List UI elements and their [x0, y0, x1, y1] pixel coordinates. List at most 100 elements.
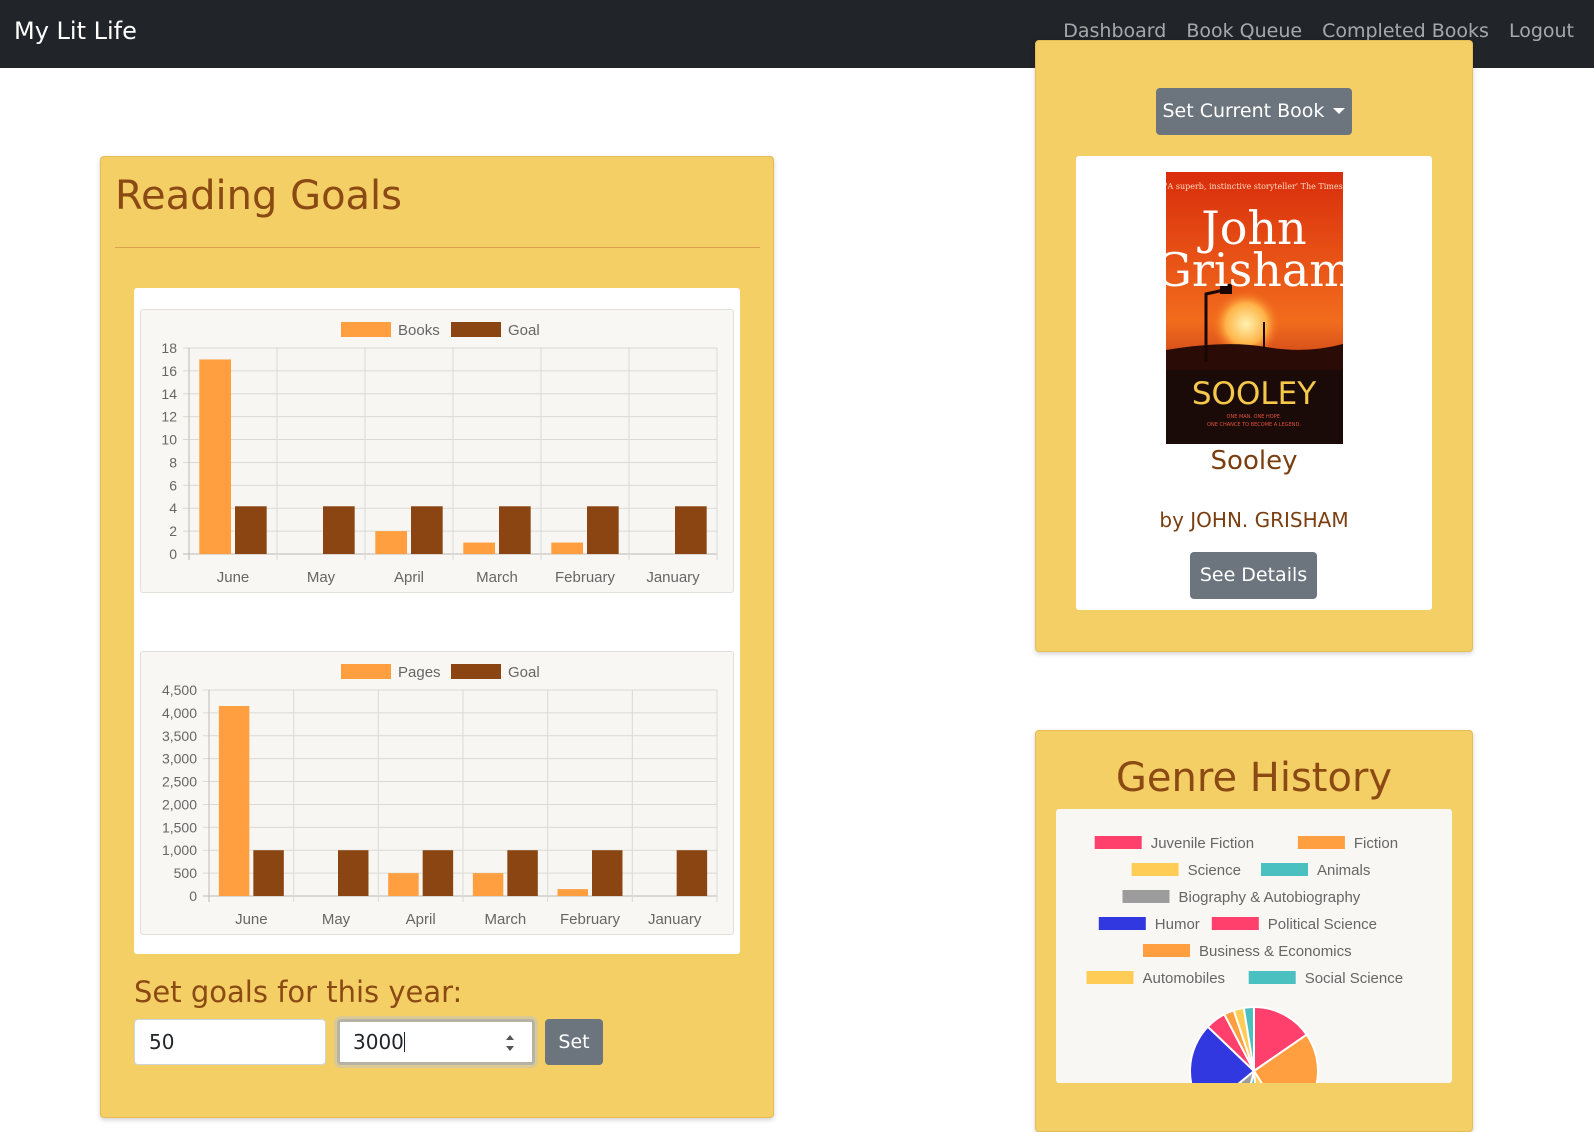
nav-completed-books[interactable]: Completed Books — [1322, 20, 1489, 42]
bar-goal — [422, 850, 454, 896]
legend-swatch — [1131, 863, 1179, 876]
x-tick-label: February — [555, 569, 616, 586]
y-tick-label: 2,500 — [162, 774, 197, 790]
set-goals-label: Set goals for this year: — [134, 975, 463, 1009]
caret-down-icon — [1333, 108, 1346, 114]
legend-label: Automobiles — [1143, 970, 1226, 987]
legend-label: Social Science — [1305, 970, 1403, 987]
nav-logout[interactable]: Logout — [1509, 20, 1574, 42]
legend-swatch — [341, 322, 391, 337]
cover-title: SOOLEY — [1192, 376, 1316, 412]
x-tick-label: March — [484, 911, 526, 928]
bar-pages — [388, 873, 419, 896]
bar-goal — [507, 850, 538, 896]
bar-goal — [253, 850, 284, 896]
divider — [115, 247, 760, 248]
y-tick-label: 16 — [161, 363, 177, 379]
see-details-button[interactable]: See Details — [1190, 552, 1317, 599]
cover-tagline-1: ONE MAN. ONE HOPE. — [1227, 414, 1282, 420]
pages-goal-input[interactable]: 3000 — [337, 1019, 535, 1065]
genre-chart: Juvenile Fiction Fiction Science Animals Bio… — [1056, 809, 1452, 1083]
x-tick-label: June — [235, 911, 268, 928]
y-tick-label: 2,000 — [162, 796, 197, 812]
y-tick-label: 0 — [189, 888, 197, 904]
y-tick-label: 18 — [161, 340, 177, 356]
x-tick-label: May — [307, 569, 336, 586]
reading-goals-card: Reading Goals 0 2 4 6 8 10 12 14 16 18 June May Apri… — [100, 156, 774, 1118]
y-tick-label: 3,500 — [162, 728, 197, 744]
y-tick-label: 1,000 — [162, 842, 197, 858]
bar-goal — [411, 506, 443, 554]
nav-book-queue[interactable]: Book Queue — [1186, 20, 1302, 42]
books-goal-input[interactable]: 50 — [134, 1019, 326, 1065]
y-tick-label: 0 — [169, 546, 177, 562]
books-chart: 0 2 4 6 8 10 12 14 16 18 June May April March February… — [140, 309, 734, 593]
y-tick-label: 8 — [169, 454, 177, 470]
bar-goal — [587, 506, 619, 554]
bar-goal — [592, 850, 623, 896]
legend-label: Humor — [1155, 916, 1200, 933]
book-author: by JOHN. GRISHAM — [1159, 508, 1349, 532]
brand-link[interactable]: My Lit Life — [14, 17, 137, 45]
x-tick-label: February — [560, 911, 621, 928]
y-tick-label: 12 — [161, 409, 177, 425]
nav-dashboard[interactable]: Dashboard — [1063, 20, 1166, 42]
legend-swatch — [1122, 890, 1170, 903]
charts-container: 0 2 4 6 8 10 12 14 16 18 June May April March February… — [134, 288, 740, 954]
legend-swatch — [1248, 971, 1296, 984]
legend-label: Animals — [1317, 862, 1370, 879]
books-goal-value: 50 — [149, 1030, 175, 1054]
legend-label: Juvenile Fiction — [1151, 835, 1254, 852]
bar-books — [551, 542, 583, 554]
cover-author-last: Grisham — [1166, 243, 1343, 297]
reading-goals-title: Reading Goals — [115, 173, 403, 219]
set-goals-button[interactable]: Set — [545, 1019, 603, 1065]
bar-pages — [472, 873, 504, 896]
y-tick-label: 1,500 — [162, 819, 197, 835]
legend-swatch — [1094, 836, 1142, 849]
legend-swatch — [451, 322, 501, 337]
y-tick-label: 4,000 — [162, 705, 197, 721]
number-spinner-icon[interactable] — [502, 1032, 518, 1054]
book-title: Sooley — [1210, 446, 1298, 476]
bar-books — [199, 359, 231, 554]
bar-goal — [235, 506, 267, 554]
x-tick-label: April — [406, 911, 436, 928]
legend-label: Books — [398, 322, 440, 339]
x-tick-label: April — [394, 569, 424, 586]
legend-label: Business & Economics — [1199, 943, 1352, 960]
legend-swatch — [341, 664, 391, 679]
legend-label: Goal — [508, 664, 540, 681]
genre-history-title: Genre History — [1115, 755, 1393, 801]
genre-history-card: Genre History Juvenile Fiction Fiction Sci… — [1035, 730, 1473, 1132]
legend-swatch — [451, 664, 501, 679]
legend-label: Goal — [508, 322, 540, 339]
pages-goal-value: 3000 — [353, 1030, 404, 1054]
legend-label: Biography & Autobiography — [1179, 889, 1361, 906]
bar-goal — [676, 850, 708, 896]
legend-label: Pages — [398, 664, 441, 681]
legend-swatch — [1098, 917, 1146, 930]
x-tick-label: May — [322, 911, 351, 928]
book-cover-image: 'A superb, instinctive storyteller' The … — [1155, 172, 1353, 444]
bar-goal — [675, 506, 707, 554]
y-tick-label: 6 — [169, 477, 177, 493]
x-tick-label: January — [646, 569, 700, 586]
current-book-panel: 'A superb, instinctive storyteller' The … — [1076, 156, 1432, 610]
legend-swatch — [1086, 971, 1134, 984]
legend-swatch — [1297, 836, 1345, 849]
legend-label: Science — [1188, 862, 1241, 879]
set-current-book-dropdown[interactable]: Set Current Book — [1156, 88, 1352, 135]
y-tick-label: 500 — [174, 865, 198, 881]
cover-quote: 'A superb, instinctive storyteller' The … — [1166, 182, 1343, 191]
bar-pages — [557, 889, 588, 896]
y-tick-label: 2 — [169, 523, 177, 539]
x-tick-label: June — [217, 569, 250, 586]
bar-goal — [499, 506, 531, 554]
cover-tagline-2: ONE CHANCE TO BECOME A LEGEND. — [1207, 422, 1301, 428]
pages-chart: 0 500 1,000 1,500 2,000 2,500 3,000 3,500 4,000 4… — [140, 651, 734, 935]
current-book-card: Set Current Book 'A superb, instinctive … — [1035, 40, 1473, 652]
x-tick-label: March — [476, 569, 518, 586]
bar-pages — [218, 706, 250, 896]
bar-goal — [323, 506, 355, 554]
